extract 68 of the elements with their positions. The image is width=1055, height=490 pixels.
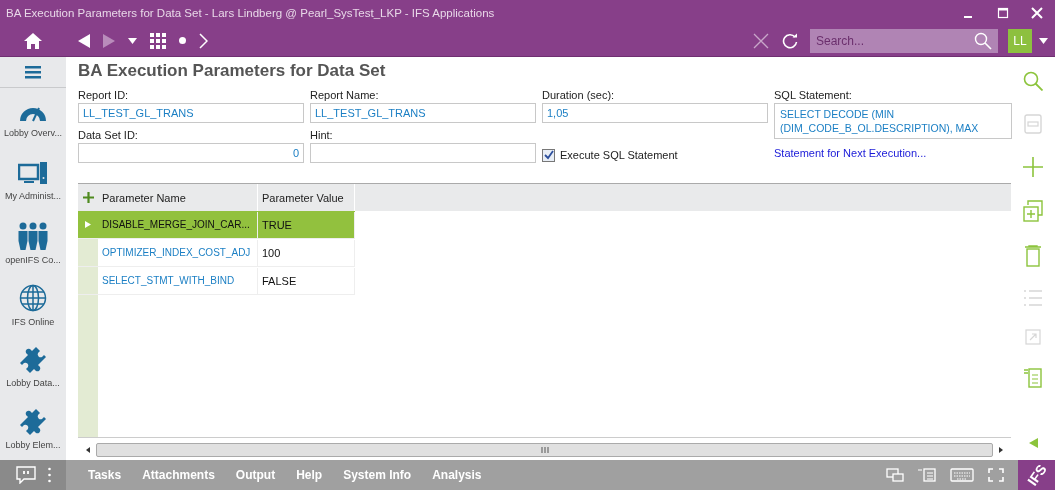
grip-icon[interactable] xyxy=(539,446,550,454)
sidebar-item[interactable]: Lobby Elem... xyxy=(5,439,61,450)
table-row[interactable]: DISABLE_MERGE_JOIN_CAR... TRUE xyxy=(78,211,355,239)
collapse-icon[interactable] xyxy=(1028,438,1038,448)
checkbox[interactable] xyxy=(542,148,555,162)
sidebar-item[interactable]: Lobby Overv... xyxy=(4,127,62,138)
menu-icon[interactable] xyxy=(25,65,41,79)
field-label: Report Name: xyxy=(310,89,380,101)
chat-icon[interactable] xyxy=(15,466,36,484)
duplicate-icon[interactable] xyxy=(1023,200,1043,222)
sidebar-item[interactable]: IFS Online xyxy=(11,316,55,327)
table-cell: TRUE xyxy=(258,211,355,238)
checkbox-label: Execute SQL Statement xyxy=(560,149,678,161)
field-label: Duration (sec): xyxy=(542,89,616,101)
add-icon[interactable] xyxy=(1023,157,1043,177)
caret-icon[interactable] xyxy=(1039,37,1048,44)
sidebar-item[interactable]: openIFS Co... xyxy=(5,254,61,265)
statement-link[interactable]: Statement for Next Execution... xyxy=(774,147,927,159)
puzzle-icon[interactable] xyxy=(20,408,46,435)
table-row[interactable]: OPTIMIZER_INDEX_COST_ADJ 100 xyxy=(78,239,355,267)
text-field[interactable]: 0 xyxy=(78,143,304,163)
sidebar-item[interactable]: Lobby Data... xyxy=(6,377,60,388)
current-row-icon xyxy=(85,221,91,228)
table-row[interactable]: SELECT_STMT_WITH_BIND FALSE xyxy=(78,267,355,295)
field-label: Report ID: xyxy=(78,89,130,101)
document-list-icon[interactable] xyxy=(918,468,936,482)
table-cell: DISABLE_MERGE_JOIN_CAR... xyxy=(98,211,258,238)
table-cell: FALSE xyxy=(258,267,355,294)
refresh-icon[interactable] xyxy=(782,32,798,49)
text-field[interactable]: 1,05 xyxy=(542,103,768,123)
field-label: SQL Statement: xyxy=(774,89,853,101)
search-field[interactable]: Search... xyxy=(810,28,998,53)
table-cell: OPTIMIZER_INDEX_COST_ADJ xyxy=(98,239,258,266)
sidebar-item[interactable]: My Administ... xyxy=(5,190,61,201)
people-icon[interactable] xyxy=(18,221,48,250)
text-field[interactable]: LL_TEST_GL_TRANS xyxy=(78,103,304,123)
maximize-icon[interactable] xyxy=(997,6,1009,19)
computer-icon[interactable] xyxy=(18,161,48,186)
window-title: BA Execution Parameters for Data Set - Lars Lindberg @ Pearl_SysTest_LKP - IFS Applications xyxy=(6,6,496,19)
table-cell: 100 xyxy=(258,239,355,266)
search-icon[interactable] xyxy=(974,31,992,50)
add-icon[interactable] xyxy=(82,192,94,203)
globe-icon[interactable] xyxy=(19,283,47,312)
field-label: Hint: xyxy=(310,129,334,141)
puzzle-icon[interactable] xyxy=(20,346,46,373)
table-cell: SELECT_STMT_WITH_BIND xyxy=(98,267,258,294)
caret-icon[interactable] xyxy=(128,37,137,44)
back-icon[interactable] xyxy=(78,33,90,48)
keyboard-icon[interactable] xyxy=(950,468,974,482)
text-field[interactable]: LL_TEST_GL_TRANS xyxy=(310,103,536,123)
windows-icon[interactable] xyxy=(886,468,904,482)
fullscreen-icon[interactable] xyxy=(988,468,1004,482)
grid-icon[interactable] xyxy=(150,32,166,49)
close-icon[interactable] xyxy=(753,32,769,49)
trash-icon[interactable] xyxy=(1025,245,1041,267)
scroll-left-icon[interactable] xyxy=(84,446,92,454)
field-label: Data Set ID: xyxy=(78,129,139,141)
scroll-right-icon[interactable] xyxy=(997,446,1005,454)
chevron-icon[interactable] xyxy=(199,32,208,49)
dot-icon[interactable] xyxy=(179,37,186,44)
home-icon[interactable] xyxy=(24,32,42,49)
logo: IFS xyxy=(1018,460,1055,490)
sql-text-field[interactable]: SELECT DECODE (MIN (DIM_CODE_B_OL.DESCRIPTION), MAX xyxy=(774,103,1012,139)
search-icon[interactable] xyxy=(1023,71,1043,91)
more-icon[interactable] xyxy=(47,467,51,483)
page-title: BA Execution Parameters for Data Set xyxy=(78,61,387,81)
text-field[interactable] xyxy=(310,143,536,163)
forward-icon[interactable] xyxy=(103,33,115,48)
